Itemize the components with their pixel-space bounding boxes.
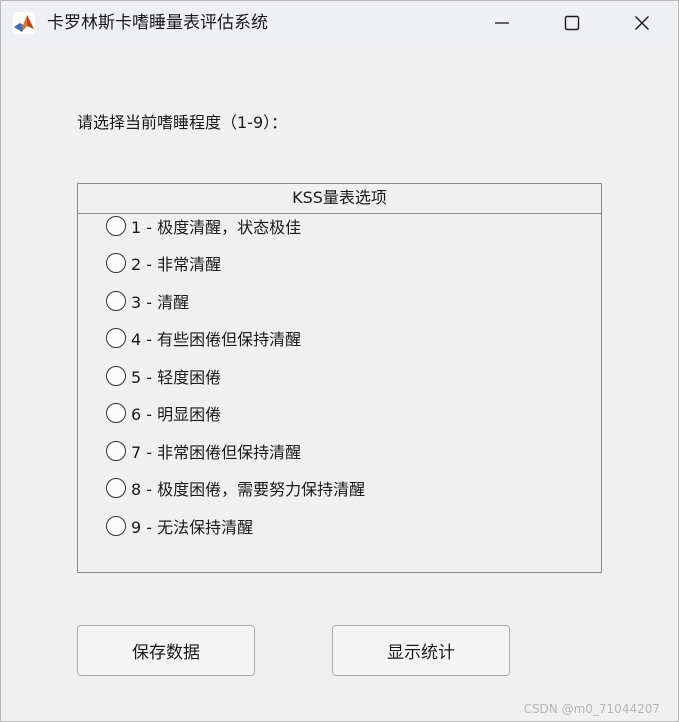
title-bar[interactable]: 卡罗林斯卡嗜睡量表评估系统: [1, 1, 678, 45]
radio-option-1[interactable]: 1 - 极度清醒，状态极佳: [106, 213, 301, 239]
radio-option-2[interactable]: 2 - 非常清醒: [106, 250, 221, 276]
option-label-1: 1 - 极度清醒，状态极佳: [131, 218, 302, 237]
radio-button-1[interactable]: [106, 216, 126, 236]
prompt-label: 请选择当前嗜睡程度（1-9）：: [77, 113, 288, 132]
option-label-3: 3 - 清醒: [131, 293, 190, 312]
radio-option-8[interactable]: 8 - 极度困倦，需要努力保持清醒: [106, 475, 365, 501]
minimize-button[interactable]: [467, 1, 537, 45]
app-window: 卡罗林斯卡嗜睡量表评估系统 请选择当前嗜睡程度（1-9）： KSS量表选项 1 …: [0, 0, 679, 722]
radio-button-3[interactable]: [106, 291, 126, 311]
radio-option-4[interactable]: 4 - 有些困倦但保持清醒: [106, 325, 301, 351]
radio-button-7[interactable]: [106, 441, 126, 461]
window-title: 卡罗林斯卡嗜睡量表评估系统: [47, 13, 268, 33]
save-data-button[interactable]: 保存数据: [77, 625, 255, 676]
radio-button-6[interactable]: [106, 403, 126, 423]
radio-button-2[interactable]: [106, 253, 126, 273]
radio-option-7[interactable]: 7 - 非常困倦但保持清醒: [106, 438, 301, 464]
option-label-6: 6 - 明显困倦: [131, 405, 222, 424]
option-label-9: 9 - 无法保持清醒: [131, 518, 254, 537]
option-label-2: 2 - 非常清醒: [131, 255, 222, 274]
show-stats-button[interactable]: 显示统计: [332, 625, 510, 676]
close-button[interactable]: [607, 1, 677, 45]
panel-title: KSS量表选项: [292, 188, 387, 207]
radio-option-6[interactable]: 6 - 明显困倦: [106, 400, 221, 426]
matlab-icon: [13, 12, 35, 34]
radio-button-4[interactable]: [106, 328, 126, 348]
maximize-icon: [564, 15, 580, 31]
radio-button-8[interactable]: [106, 478, 126, 498]
radio-option-5[interactable]: 5 - 轻度困倦: [106, 363, 221, 389]
radio-button-9[interactable]: [106, 516, 126, 536]
close-icon: [635, 16, 649, 30]
radio-button-5[interactable]: [106, 366, 126, 386]
watermark: CSDN @m0_71044207: [523, 702, 660, 716]
option-label-4: 4 - 有些困倦但保持清醒: [131, 330, 302, 349]
option-label-5: 5 - 轻度困倦: [131, 368, 222, 387]
option-label-7: 7 - 非常困倦但保持清醒: [131, 443, 302, 462]
maximize-button[interactable]: [537, 1, 607, 45]
kss-options-panel: KSS量表选项 1 - 极度清醒，状态极佳 2 - 非常清醒 3 - 清醒 4 …: [77, 183, 602, 573]
option-label-8: 8 - 极度困倦，需要努力保持清醒: [131, 480, 366, 499]
minimize-icon: [495, 22, 509, 24]
radio-option-9[interactable]: 9 - 无法保持清醒: [106, 513, 253, 539]
radio-option-3[interactable]: 3 - 清醒: [106, 288, 189, 314]
